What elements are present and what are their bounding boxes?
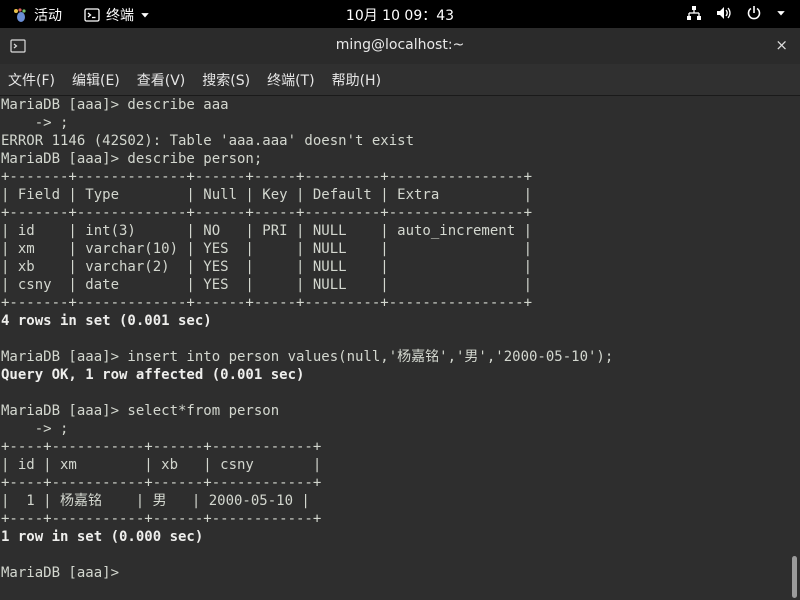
terminal-icon [84,8,100,22]
terminal-line: MariaDB [aaa]> describe aaa [1,97,229,113]
terminal-line: +----+-----------+------+------------+ [1,439,322,455]
terminal-line: MariaDB [aaa]> select*from person [1,403,280,419]
volume-icon [717,7,731,19]
terminal-line: 4 rows in set (0.001 sec) [1,313,212,329]
scrollbar-thumb[interactable] [792,556,797,598]
menu-item-4[interactable]: 终端(T) [267,70,314,90]
system-tray[interactable] [686,5,786,21]
window-titlebar[interactable]: ming@localhost:~ × [0,28,800,64]
terminal-line: | id | int(3) | NO | PRI | NULL | auto_i… [1,223,533,239]
terminal-line: | id | xm | xb | csny | [1,457,322,473]
terminal-line: -> ; [1,421,69,437]
terminal-line: MariaDB [aaa]> describe person; [1,151,263,167]
window-title: ming@localhost:~ [335,37,465,53]
menu-item-2[interactable]: 查看(V) [137,70,186,90]
terminal-line: | 1 | 杨嘉铭 | 男 | 2000-05-10 | [1,493,310,509]
top-bar: 活动 终端 10月 10 09：43 [0,0,800,28]
app-menu[interactable]: 终端 [84,5,150,25]
terminal-line: Query OK, 1 row affected (0.001 sec) [1,367,305,383]
terminal-line: MariaDB [aaa]> [1,565,128,581]
app-menu-label: 终端 [106,8,134,24]
gnome-foot-icon [14,8,26,22]
power-icon [747,6,761,20]
chevron-down-icon [777,11,785,16]
terminal-line: +-------+-------------+------+-----+----… [1,295,533,311]
terminal-line: | Field | Type | Null | Key | Default | … [1,187,533,203]
activities-label: 活动 [34,8,62,24]
terminal-line: +----+-----------+------+------------+ [1,511,322,527]
chevron-down-icon [141,13,149,18]
terminal-line: | csny | date | YES | | NULL | | [1,277,533,293]
network-icon [687,6,701,20]
terminal-line: -> ; [1,115,69,131]
terminal-line: ERROR 1146 (42S02): Table 'aaa.aaa' does… [1,133,415,149]
close-button[interactable]: × [775,36,788,54]
terminal-line: +-------+-------------+------+-----+----… [1,205,533,221]
terminal-line: | xb | varchar(2) | YES | | NULL | | [1,259,533,275]
menu-bar: 文件(F) 编辑(E) 查看(V) 搜索(S) 终端(T) 帮助(H) [0,64,800,96]
terminal-line: MariaDB [aaa]> insert into person values… [1,349,614,365]
menu-item-1[interactable]: 编辑(E) [72,70,120,90]
terminal-line: | xm | varchar(10) | YES | | NULL | | [1,241,533,257]
scrollbar[interactable] [788,96,800,600]
menu-item-5[interactable]: 帮助(H) [332,70,381,90]
terminal-line: +-------+-------------+------+-----+----… [1,169,533,185]
terminal-line: +----+-----------+------+------------+ [1,475,322,491]
activities-button[interactable]: 活动 [12,5,62,25]
menu-item-0[interactable]: 文件(F) [8,70,55,90]
terminal-output[interactable]: MariaDB [aaa]> describe aaa -> ; ERROR 11… [0,96,788,600]
terminal-text: MariaDB [aaa]> describe aaa -> ; ERROR 11… [0,96,788,582]
menu-item-3[interactable]: 搜索(S) [202,70,250,90]
terminal-line: 1 row in set (0.000 sec) [1,529,204,545]
